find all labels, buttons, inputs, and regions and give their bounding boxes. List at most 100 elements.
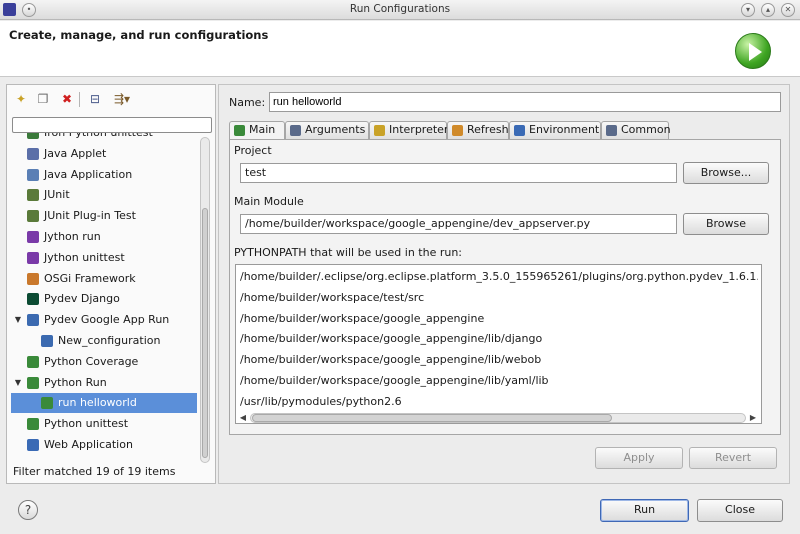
new-configuration-icon[interactable]: ✦ xyxy=(13,91,29,107)
tree-item-label: Iron Python unittest xyxy=(44,133,153,143)
browse-project-button[interactable]: Browse... xyxy=(683,162,769,184)
junit-icon xyxy=(27,189,39,202)
main-module-input[interactable]: /home/builder/workspace/google_appengine… xyxy=(240,214,677,234)
tree-item[interactable]: Java Application xyxy=(11,165,197,185)
maximize-button[interactable]: ▴ xyxy=(761,3,775,17)
filter-status: Filter matched 19 of 19 items xyxy=(13,465,176,478)
python-unittest-icon xyxy=(27,418,39,431)
pythonpath-list[interactable]: /usr/lib/pymodules/python2.6/home/builde… xyxy=(235,264,762,424)
pythonpath-entry[interactable]: /usr/lib/pymodules/python2.6 xyxy=(240,392,758,412)
window-title: Run Configurations xyxy=(349,3,451,15)
revert-button[interactable]: Revert xyxy=(689,447,777,469)
tree-item[interactable]: Python unittest xyxy=(11,414,197,434)
tree-item[interactable]: Pydev Django xyxy=(11,289,197,309)
tab-label: Arguments xyxy=(305,123,366,136)
tree-item-label: Jython run xyxy=(44,230,101,243)
dialog-header-title: Create, manage, and run configurations xyxy=(9,28,269,42)
common-icon xyxy=(606,125,617,136)
browse-module-button[interactable]: Browse xyxy=(683,213,769,235)
tree-item-label: Python Coverage xyxy=(44,354,139,368)
tab-common[interactable]: Common xyxy=(601,121,671,139)
help-icon[interactable]: ? xyxy=(18,500,38,520)
python-run-icon xyxy=(27,376,39,389)
project-label: Project xyxy=(234,144,272,157)
tree-item[interactable]: Web Application xyxy=(11,435,197,455)
java-applet-icon xyxy=(27,147,39,160)
tree-item[interactable]: Java Applet xyxy=(11,144,197,164)
pythonpath-entry[interactable]: /home/builder/workspace/test/src xyxy=(240,288,758,308)
pythonpath-entry[interactable]: /home/builder/.eclipse/org.eclipse.platf… xyxy=(240,267,758,287)
junit-plugin-icon xyxy=(27,210,39,223)
tree-item-label: Jython unittest xyxy=(44,250,125,264)
refresh-icon xyxy=(452,125,463,136)
tree-item[interactable]: ▼ Pydev Google App Run xyxy=(11,310,197,330)
expand-arrow-icon[interactable]: ▼ xyxy=(13,373,23,393)
tree-scrollbar[interactable] xyxy=(200,137,210,463)
tab-environment[interactable]: Environment xyxy=(509,121,601,139)
tree-item[interactable]: JUnit xyxy=(11,185,197,205)
run-button[interactable]: Run xyxy=(600,499,689,522)
tree-item-label: Java Applet xyxy=(44,146,107,160)
main-module-label: Main Module xyxy=(234,195,304,208)
tree-item-label: run helloworld xyxy=(58,396,137,410)
tree-item[interactable]: Iron Python unittest xyxy=(11,133,197,143)
tab-main[interactable]: Main xyxy=(229,121,285,140)
python-coverage-icon xyxy=(27,355,39,368)
duplicate-configuration-icon[interactable]: ❐ xyxy=(35,91,51,107)
tab-interpreter[interactable]: Interpreter xyxy=(369,121,448,139)
interpreter-icon xyxy=(374,125,385,136)
tree-item-label: Pydev Google App Run xyxy=(44,313,170,327)
web-app-icon xyxy=(27,439,39,451)
tree-item[interactable]: run helloworld xyxy=(11,393,197,414)
tab-label: Refresh xyxy=(467,123,509,136)
tree-item-label: Python unittest xyxy=(44,417,129,431)
tab-arguments[interactable]: Arguments xyxy=(285,121,369,139)
tree-item-label: Python Run xyxy=(44,375,107,389)
tab-label: Main xyxy=(249,123,276,136)
tree-item[interactable]: New_configuration xyxy=(11,331,197,351)
dialog-header: Create, manage, and run configurations xyxy=(0,21,800,77)
pythonpath-hscrollbar[interactable]: ◀ ▶ xyxy=(238,413,758,423)
tree-item[interactable]: OSGi Framework xyxy=(11,269,197,289)
collapse-all-icon[interactable]: ⊟ xyxy=(87,91,103,107)
tab-refresh[interactable]: Refresh xyxy=(447,121,509,139)
tree-item[interactable]: JUnit Plug-in Test xyxy=(11,206,197,226)
configuration-tree-panel: ✦ ❐ ✖ ⊟ ⇶▾ Iron Python unittest Java Appl… xyxy=(6,84,216,484)
tree-scrollbar-thumb[interactable] xyxy=(202,208,208,458)
expand-arrow-icon[interactable]: ▼ xyxy=(13,310,23,330)
run-logo-icon xyxy=(735,33,771,69)
pythonpath-entry[interactable]: /home/builder/workspace/google_appengine… xyxy=(240,329,758,349)
tree-item-label: Pydev Django xyxy=(44,292,120,306)
pythonpath-entry[interactable]: /home/builder/workspace/google_appengine… xyxy=(240,350,758,370)
tree-item[interactable]: Jython run xyxy=(11,227,197,247)
scroll-right-arrow-icon[interactable]: ▶ xyxy=(748,413,758,423)
scroll-left-arrow-icon[interactable]: ◀ xyxy=(238,413,248,423)
tree-item[interactable]: Python Coverage xyxy=(11,352,197,372)
project-input[interactable]: test xyxy=(240,163,677,183)
python-config-icon xyxy=(41,397,53,410)
name-input[interactable] xyxy=(269,92,781,112)
close-button[interactable]: Close xyxy=(697,499,783,522)
main-tab-body: Project test Browse... Main Module /home… xyxy=(229,139,781,435)
configuration-tree: Iron Python unittest Java Applet Java Appl… xyxy=(11,133,197,463)
toolbar-divider xyxy=(79,92,80,107)
tree-item[interactable]: Jython unittest xyxy=(11,248,197,268)
main-tab-icon xyxy=(234,125,245,136)
tree-item-label: JUnit Plug-in Test xyxy=(44,209,136,223)
close-window-button[interactable]: ✕ xyxy=(781,3,795,17)
filter-input[interactable] xyxy=(12,117,212,133)
java-application-icon xyxy=(27,168,39,181)
pythonpath-hscroll-thumb[interactable] xyxy=(252,414,612,422)
apply-button[interactable]: Apply xyxy=(595,447,683,469)
configuration-editor: Name: Main Arguments Interpreter Refresh Env… xyxy=(218,84,790,484)
tree-item-label: Java Application xyxy=(44,167,133,181)
minimize-button[interactable]: ▾ xyxy=(741,3,755,17)
filter-menu-icon[interactable]: ⇶▾ xyxy=(109,91,135,107)
tree-item[interactable]: ▼ Python Run xyxy=(11,373,197,393)
config-icon xyxy=(41,335,53,347)
pythonpath-entry[interactable]: /home/builder/workspace/google_appengine xyxy=(240,309,758,329)
tree-item-label: JUnit xyxy=(44,188,70,202)
pythonpath-entry[interactable]: /home/builder/workspace/google_appengine… xyxy=(240,371,758,391)
delete-configuration-icon[interactable]: ✖ xyxy=(59,91,75,107)
name-label: Name: xyxy=(229,96,266,109)
